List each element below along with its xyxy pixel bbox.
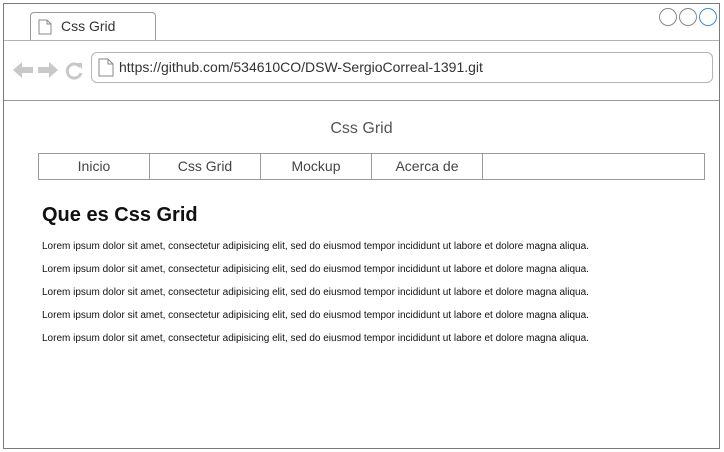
minimize-button[interactable] bbox=[659, 8, 677, 26]
paragraph: Lorem ipsum dolor sit amet, consectetur … bbox=[42, 287, 589, 298]
navigation-bar: https://github.com/534610CO/DSW-SergioCo… bbox=[4, 41, 719, 101]
arrow-left-icon[interactable] bbox=[12, 61, 34, 84]
tab-strip: Css Grid bbox=[4, 4, 719, 41]
address-bar[interactable]: https://github.com/534610CO/DSW-SergioCo… bbox=[91, 52, 713, 83]
site-title: Css Grid bbox=[330, 120, 393, 137]
maximize-button[interactable] bbox=[679, 8, 697, 26]
paragraph-list: Lorem ipsum dolor sit amet, consectetur … bbox=[42, 241, 682, 356]
paragraph: Lorem ipsum dolor sit amet, consectetur … bbox=[42, 310, 589, 321]
reload-icon[interactable] bbox=[64, 61, 84, 86]
window-controls bbox=[659, 8, 717, 26]
paragraph: Lorem ipsum dolor sit amet, consectetur … bbox=[42, 241, 589, 252]
url-text[interactable]: https://github.com/534610CO/DSW-SergioCo… bbox=[119, 59, 483, 75]
tab-title: Css Grid bbox=[61, 18, 116, 34]
menu-item-mockup[interactable]: Mockup bbox=[261, 154, 372, 179]
page-icon bbox=[98, 58, 114, 82]
close-button[interactable] bbox=[699, 8, 717, 26]
menu-item-css-grid[interactable]: Css Grid bbox=[150, 154, 261, 179]
menu-item-acerca-de[interactable]: Acerca de bbox=[372, 154, 483, 179]
paragraph: Lorem ipsum dolor sit amet, consectetur … bbox=[42, 333, 589, 344]
main-menu: Inicio Css Grid Mockup Acerca de bbox=[38, 153, 705, 180]
menu-item-inicio[interactable]: Inicio bbox=[39, 154, 150, 179]
page-heading: Que es Css Grid bbox=[42, 204, 198, 226]
browser-tab[interactable]: Css Grid bbox=[30, 12, 156, 40]
page-icon bbox=[38, 19, 52, 40]
arrow-right-icon[interactable] bbox=[37, 61, 59, 84]
paragraph: Lorem ipsum dolor sit amet, consectetur … bbox=[42, 264, 589, 275]
menu-empty-space bbox=[483, 154, 704, 179]
browser-window: Css Grid https://github.com/534610CO/DSW… bbox=[3, 3, 720, 449]
